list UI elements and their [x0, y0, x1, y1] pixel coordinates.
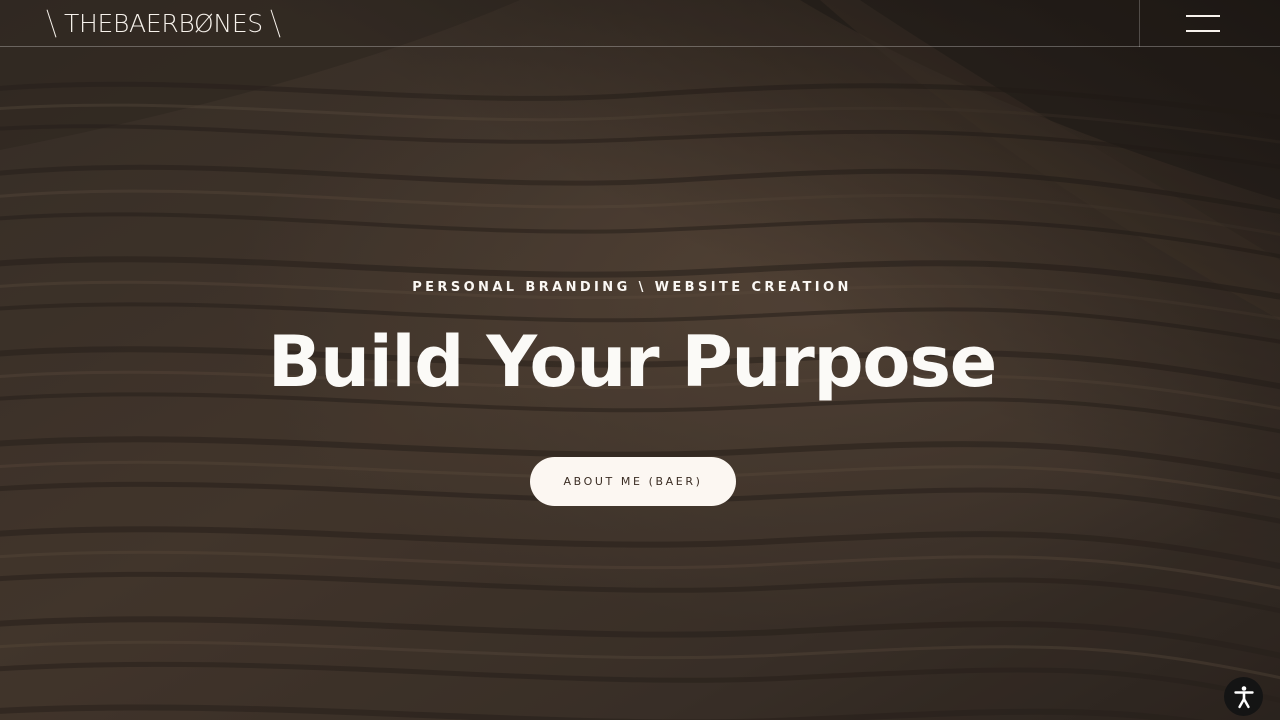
menu-bar-top [1186, 15, 1220, 17]
header-divider [1139, 0, 1140, 47]
menu-bar-bottom [1186, 30, 1220, 32]
site-logo[interactable]: THEBAERBØNES [46, 6, 282, 40]
about-me-button[interactable]: ABOUT ME (BAER) [530, 457, 736, 506]
menu-button[interactable] [1174, 6, 1232, 42]
hero-headline: Build Your Purpose [267, 321, 997, 403]
accessibility-button[interactable] [1224, 677, 1263, 716]
logo-slash-right [270, 8, 282, 38]
page: THEBAERBØNES PERSONAL BRANDING \ WEBSITE… [0, 0, 1280, 720]
logo-text: THEBAERBØNES [64, 8, 263, 38]
accessibility-icon [1233, 685, 1254, 708]
hero-eyebrow: PERSONAL BRANDING \ WEBSITE CREATION [412, 280, 852, 295]
site-header: THEBAERBØNES [0, 0, 1280, 47]
logo-slash-left [46, 8, 58, 38]
